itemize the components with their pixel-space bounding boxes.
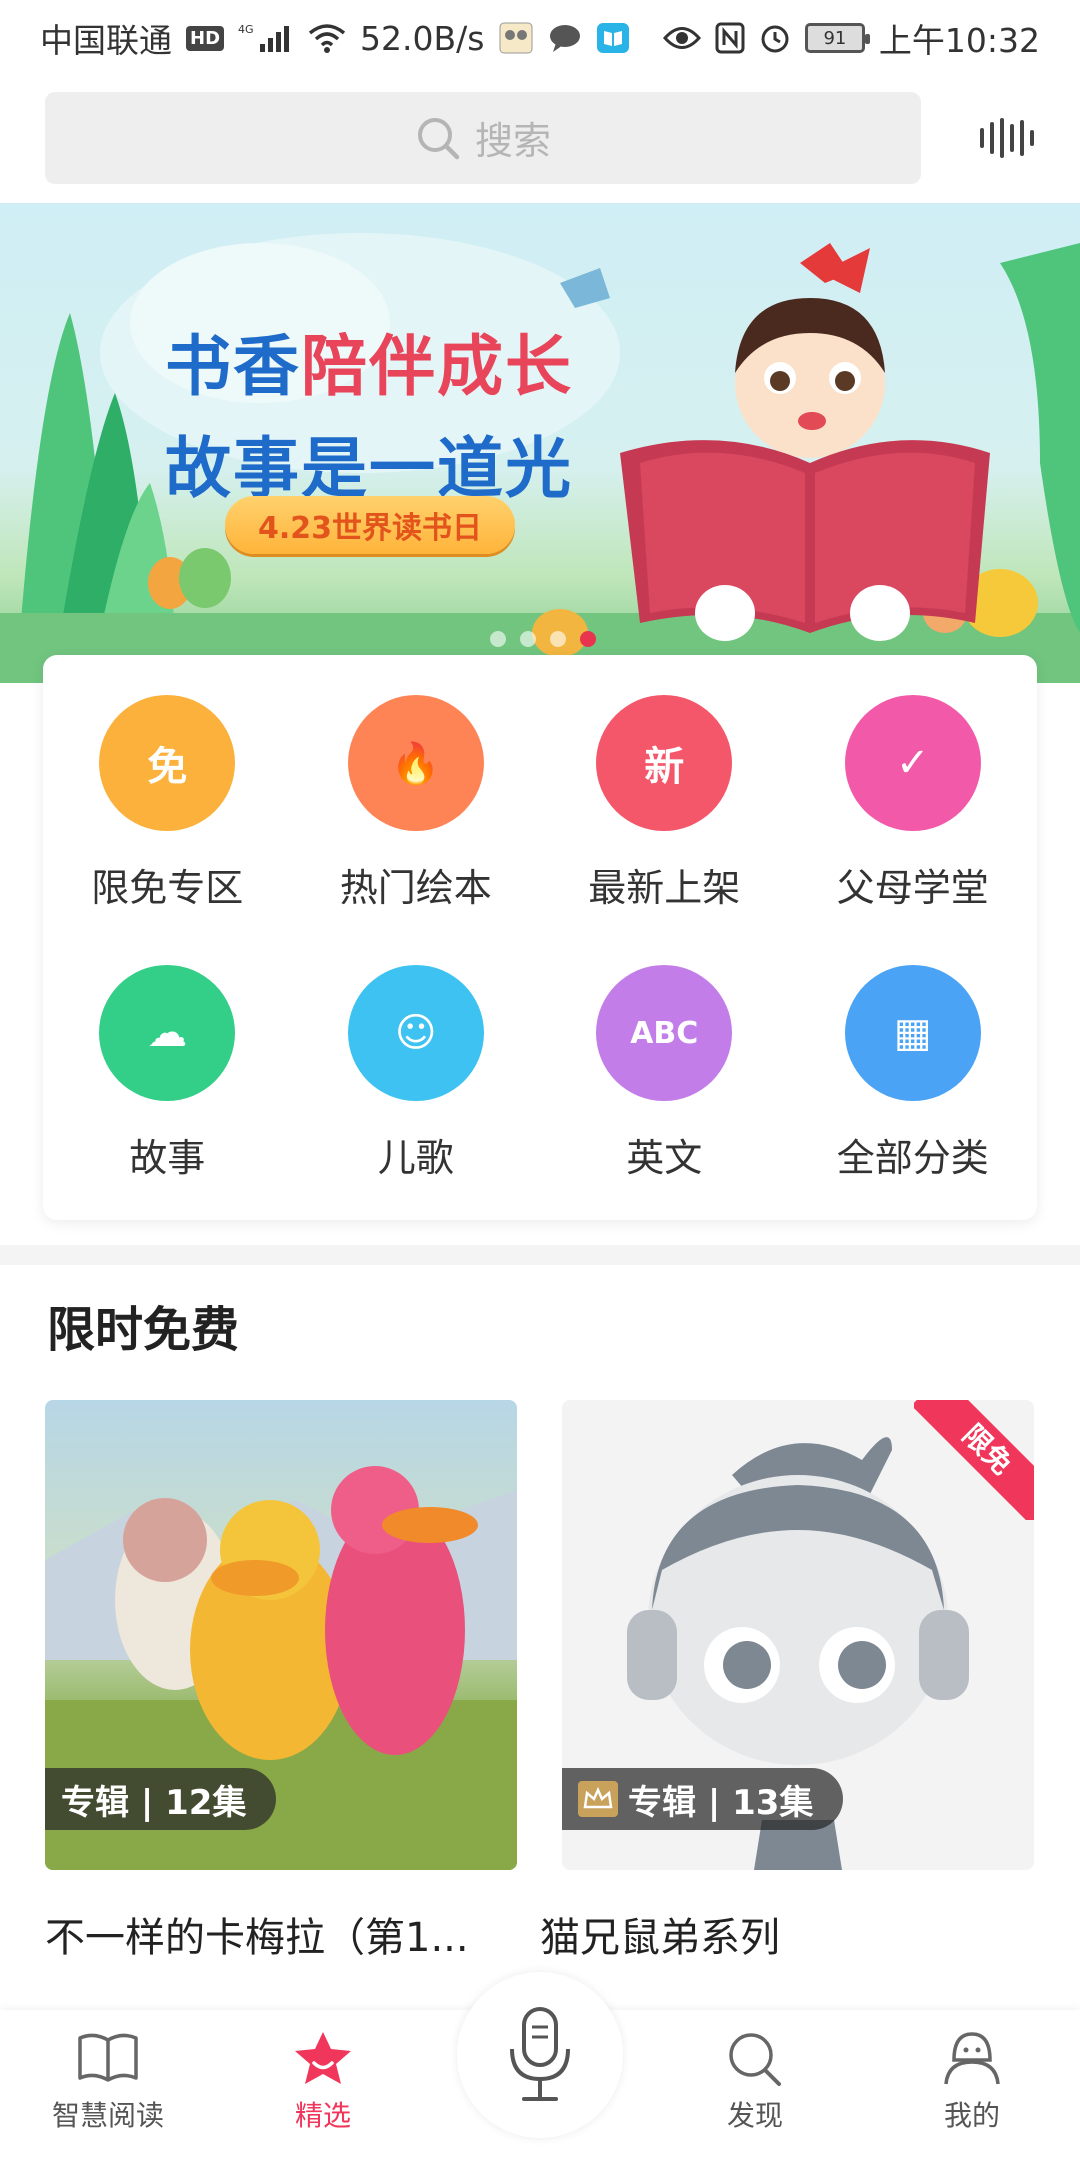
album-badge: 专辑 | 12集 [45, 1768, 277, 1830]
category-label: 父母学堂 [836, 866, 989, 910]
search-icon [415, 115, 461, 161]
status-bar: 中国联通 HD 4G 52.0B/s 91 上午10:32 [0, 0, 1080, 76]
search-placeholder: 搜索 [474, 119, 551, 163]
category-label: 热门绘本 [339, 866, 492, 910]
banner-event-pill: 4.23世界读书日 [225, 496, 515, 554]
eye-icon [662, 25, 701, 51]
tab-label: 我的 [943, 2099, 1000, 2132]
album-card[interactable]: 专辑 | 12集 [45, 1400, 517, 1870]
signal-icon: 4G [238, 22, 294, 54]
promo-banner[interactable]: 书香陪伴成长 故事是一道光 4.23世界读书日 [0, 203, 1080, 683]
search-icon [729, 2033, 781, 2086]
microphone-icon [510, 2007, 570, 2101]
free-ribbon-text: 限免 [914, 1400, 1034, 1520]
carrier-label: 中国联通 [40, 21, 172, 60]
banner-line1-a: 书香 [165, 329, 301, 403]
tab-featured[interactable]: 精选 [243, 2030, 403, 2134]
tab-label: 精选 [294, 2099, 351, 2132]
album-badge-text: 专辑 | 13集 [628, 1782, 814, 1823]
carousel-indicator [490, 631, 596, 647]
category-label: 故事 [129, 1136, 206, 1180]
banner-headline: 书香陪伴成长 故事是一道光 [165, 313, 573, 511]
network-speed: 52.0B/s [360, 18, 485, 58]
nfc-icon [715, 22, 745, 54]
category-label: 全部分类 [836, 1136, 989, 1180]
carousel-dot-active [580, 631, 596, 647]
cloud-face-icon: ☁ [99, 965, 236, 1101]
section-divider [0, 1245, 1080, 1265]
category-item[interactable]: ▦ 全部分类 [789, 965, 1038, 1235]
grid-icon: ▦ [844, 965, 981, 1101]
tab-label: 智慧阅读 [51, 2099, 164, 2132]
shopping-bag-free-icon: 免 [99, 695, 236, 831]
book-app-icon [596, 22, 630, 54]
search-row: 搜索 [45, 90, 1045, 185]
album-title[interactable]: 不一样的卡梅拉（第1... [45, 1905, 505, 1963]
alarm-icon [759, 22, 791, 54]
album-card[interactable]: 限免 专辑 | 13集 [562, 1400, 1034, 1870]
message-icon [548, 23, 582, 53]
category-item[interactable]: ✓ 父母学堂 [789, 695, 1038, 965]
category-label: 儿歌 [377, 1136, 454, 1180]
album-title[interactable]: 猫兄鼠弟系列 [540, 1905, 1000, 1963]
category-item[interactable]: ☺ 儿歌 [292, 965, 541, 1235]
battery-indicator: 91 [804, 23, 870, 53]
category-label: 英文 [626, 1136, 703, 1180]
abc-blocks-icon: ABC [596, 965, 733, 1101]
star-icon [295, 2032, 351, 2084]
voice-assistant-button[interactable] [457, 1972, 623, 2138]
carousel-dot [520, 631, 536, 647]
carousel-dot [550, 631, 566, 647]
album-badge-text: 专辑 | 12集 [61, 1782, 247, 1823]
new-badge-icon: 新 [596, 695, 733, 831]
voice-search-button[interactable] [977, 108, 1037, 168]
tab-label: 发现 [726, 2099, 783, 2132]
wifi-icon [308, 23, 346, 53]
category-item[interactable]: ☁ 故事 [43, 965, 292, 1235]
calendar-check-icon: ✓ [844, 695, 981, 831]
category-item[interactable]: 新最新上架 [540, 695, 789, 965]
album-badge: 专辑 | 13集 [562, 1768, 844, 1830]
open-book-icon [78, 2033, 138, 2082]
face-icon: ☺ [347, 965, 484, 1101]
category-label: 限免专区 [91, 866, 244, 910]
waveform-icon [980, 117, 1034, 158]
category-item[interactable]: 免限免专区 [43, 695, 292, 965]
profile-icon [944, 2032, 1000, 2085]
category-item[interactable]: 🔥 热门绘本 [292, 695, 541, 965]
section-title: 限时免费 [47, 1302, 240, 1358]
tab-mine[interactable]: 我的 [892, 2030, 1052, 2134]
clock: 上午10:32 [878, 21, 1040, 60]
app-notification-icon [498, 21, 534, 55]
category-label: 最新上架 [588, 866, 741, 910]
tab-smart-reading[interactable]: 智慧阅读 [28, 2030, 188, 2134]
carousel-dot [490, 631, 506, 647]
tab-discover[interactable]: 发现 [675, 2030, 835, 2134]
hd-badge: HD [186, 25, 225, 51]
search-input[interactable]: 搜索 [45, 91, 921, 184]
category-card: 免限免专区 🔥 热门绘本 新最新上架 ✓ 父母学堂 ☁ 故事 ☺ 儿歌 ABC 英文 ▦ 全部分类 [43, 655, 1037, 1220]
hot-book-icon: 🔥 [347, 695, 484, 831]
crown-icon [578, 1781, 618, 1817]
network-label: 4G [238, 23, 254, 36]
free-ribbon: 限免 [914, 1400, 1034, 1520]
banner-line1-b: 陪伴成长 [301, 329, 573, 403]
category-item[interactable]: ABC 英文 [540, 965, 789, 1235]
